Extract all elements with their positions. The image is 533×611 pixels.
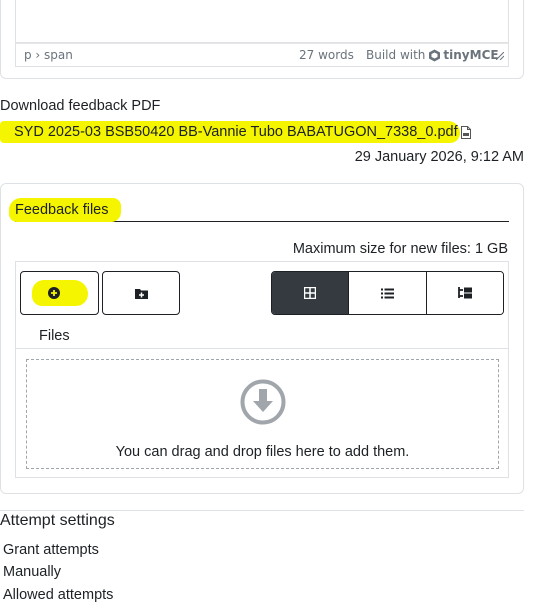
folder-plus-icon: [134, 288, 148, 299]
build-with-label: Build with: [366, 48, 426, 62]
manually-value: Manually: [3, 564, 62, 580]
pdf-file-icon: [460, 125, 471, 139]
feedback-files-fieldset: Feedback files Maximum size for new file…: [0, 183, 524, 494]
icon-view-button[interactable]: [272, 272, 349, 314]
download-arrow-icon: [240, 379, 286, 425]
grid-icon: [304, 287, 317, 299]
list-view-button[interactable]: [348, 272, 426, 314]
element-path[interactable]: p › span: [24, 48, 73, 62]
add-file-icon: [47, 287, 60, 299]
editor-content-area[interactable]: [15, 0, 509, 43]
editor-statusbar: p › span 27 words Build with tinyMCE: [15, 43, 509, 67]
feedback-pdf-link[interactable]: SYD 2025-03 BSB50420 BB-Vannie Tubo BABA…: [0, 118, 471, 146]
feedback-files-title: Feedback files: [9, 198, 121, 222]
download-feedback-label: Download feedback PDF: [0, 98, 161, 114]
list-icon: [380, 288, 394, 298]
attempt-settings-divider: [0, 510, 524, 511]
file-picker: Files You can drag and drop files here t…: [15, 261, 509, 478]
add-file-button[interactable]: [20, 271, 99, 315]
files-label: Files: [39, 328, 70, 344]
editor-card: p › span 27 words Build with tinyMCE: [0, 0, 524, 79]
word-count[interactable]: 27 words: [299, 48, 354, 62]
folder-tree-icon: [457, 287, 472, 299]
tinymce-icon: [429, 49, 441, 61]
drag-drop-zone[interactable]: You can drag and drop files here to add …: [26, 359, 499, 469]
tinymce-logo: tinyMCE: [428, 48, 499, 62]
file-picker-divider: [16, 348, 508, 349]
grant-attempts-label: Grant attempts: [3, 542, 99, 558]
feedback-timestamp: 29 January 2026, 9:12 AM: [354, 149, 524, 165]
resize-handle-icon[interactable]: [496, 52, 504, 60]
allowed-attempts-label: Allowed attempts: [3, 587, 114, 603]
feedback-files-legend: Feedback files: [9, 196, 509, 222]
create-folder-button[interactable]: [102, 271, 180, 315]
tinymce-logo-text: tinyMCE: [443, 48, 499, 62]
view-toggle-group: [271, 271, 504, 315]
max-file-size: Maximum size for new files: 1 GB: [292, 241, 508, 257]
attempt-settings-heading: Attempt settings: [0, 512, 115, 529]
feedback-pdf-filename[interactable]: SYD 2025-03 BSB50420 BB-Vannie Tubo BABA…: [0, 121, 460, 143]
drag-drop-text: You can drag and drop files here to add …: [115, 444, 410, 460]
tree-view-button[interactable]: [425, 272, 503, 314]
add-button-highlight: [31, 280, 88, 306]
build-with-link[interactable]: Build with tinyMCE: [366, 48, 499, 62]
